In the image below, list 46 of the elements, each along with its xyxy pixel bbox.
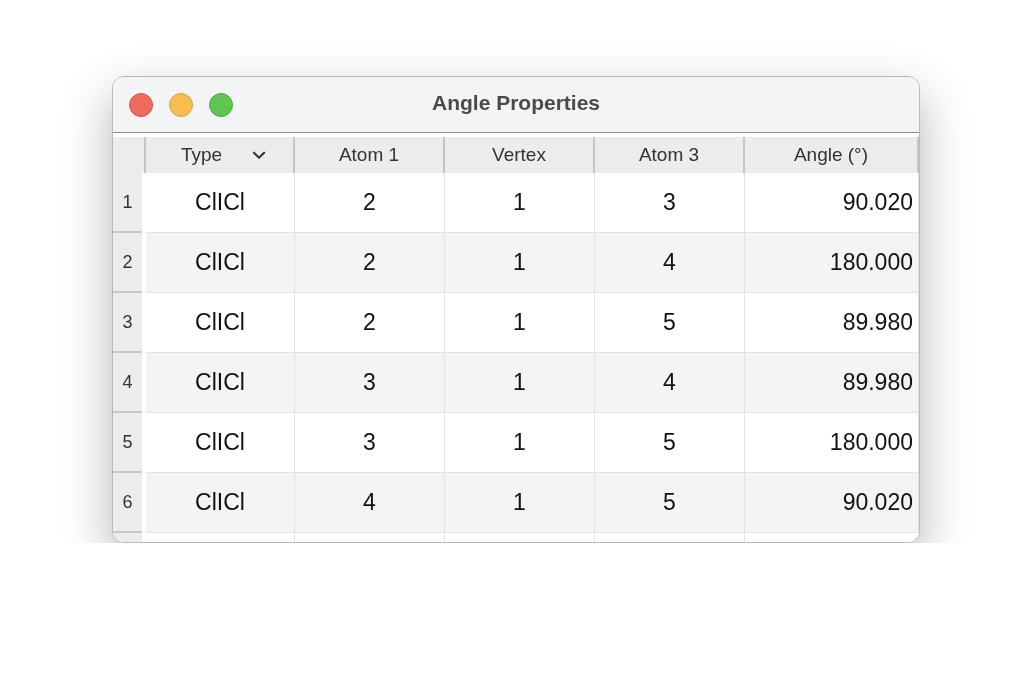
table-cell: 90.020	[745, 173, 919, 233]
table-cell: 2	[295, 233, 445, 293]
row-number: 3	[113, 293, 142, 353]
table-cell: 90.020	[745, 473, 919, 533]
row-number: 1	[113, 173, 142, 233]
table-cell: 3	[595, 173, 745, 233]
table-cell: 3	[295, 353, 445, 413]
window-title: Angle Properties	[432, 91, 600, 115]
table-cell: 1	[445, 293, 595, 353]
table-cell: 5	[595, 473, 745, 533]
table-cell: 1	[445, 233, 595, 293]
table-cell: 1	[445, 413, 595, 473]
column-header[interactable]: Atom 1	[295, 137, 445, 173]
row-number: 2	[113, 233, 142, 293]
table-cell: 2	[295, 173, 445, 233]
minimize-button[interactable]	[169, 92, 193, 117]
column-header[interactable]: Vertex	[445, 137, 595, 173]
table-cell: 89.980	[745, 293, 919, 353]
table-cell: 180.000	[745, 233, 919, 293]
chevron-icon[interactable]	[252, 150, 267, 160]
row-number: 4	[113, 353, 142, 413]
table-cell: 2	[295, 293, 445, 353]
table-cell: ClICl	[146, 473, 295, 533]
table-cell: ClICl	[146, 293, 295, 353]
close-button[interactable]	[129, 92, 153, 117]
table-cell: 4	[295, 473, 445, 533]
table-cell: ClICl	[146, 353, 295, 413]
table-cell: 4	[595, 353, 745, 413]
table-cell: 180.000	[745, 413, 919, 473]
table-cell: 1	[445, 353, 595, 413]
table-cell: ClICl	[146, 233, 295, 293]
row-number: 5	[113, 413, 142, 473]
column-header[interactable]: Atom 3	[595, 137, 745, 173]
table-cell: 3	[295, 413, 445, 473]
column-header[interactable]: Type	[146, 137, 295, 173]
row-number: 6	[113, 473, 142, 533]
table-cell: 5	[595, 293, 745, 353]
table-cell: ClICl	[146, 413, 295, 473]
zoom-button[interactable]	[209, 92, 233, 117]
column-header[interactable]: Angle (°)	[745, 137, 919, 173]
table-cell: 5	[595, 413, 745, 473]
table-cell: 89.980	[745, 353, 919, 413]
table-cell: 4	[595, 233, 745, 293]
table-cell: 1	[445, 173, 595, 233]
table-cell: ClICl	[146, 173, 295, 233]
table-cell: 1	[445, 473, 595, 533]
